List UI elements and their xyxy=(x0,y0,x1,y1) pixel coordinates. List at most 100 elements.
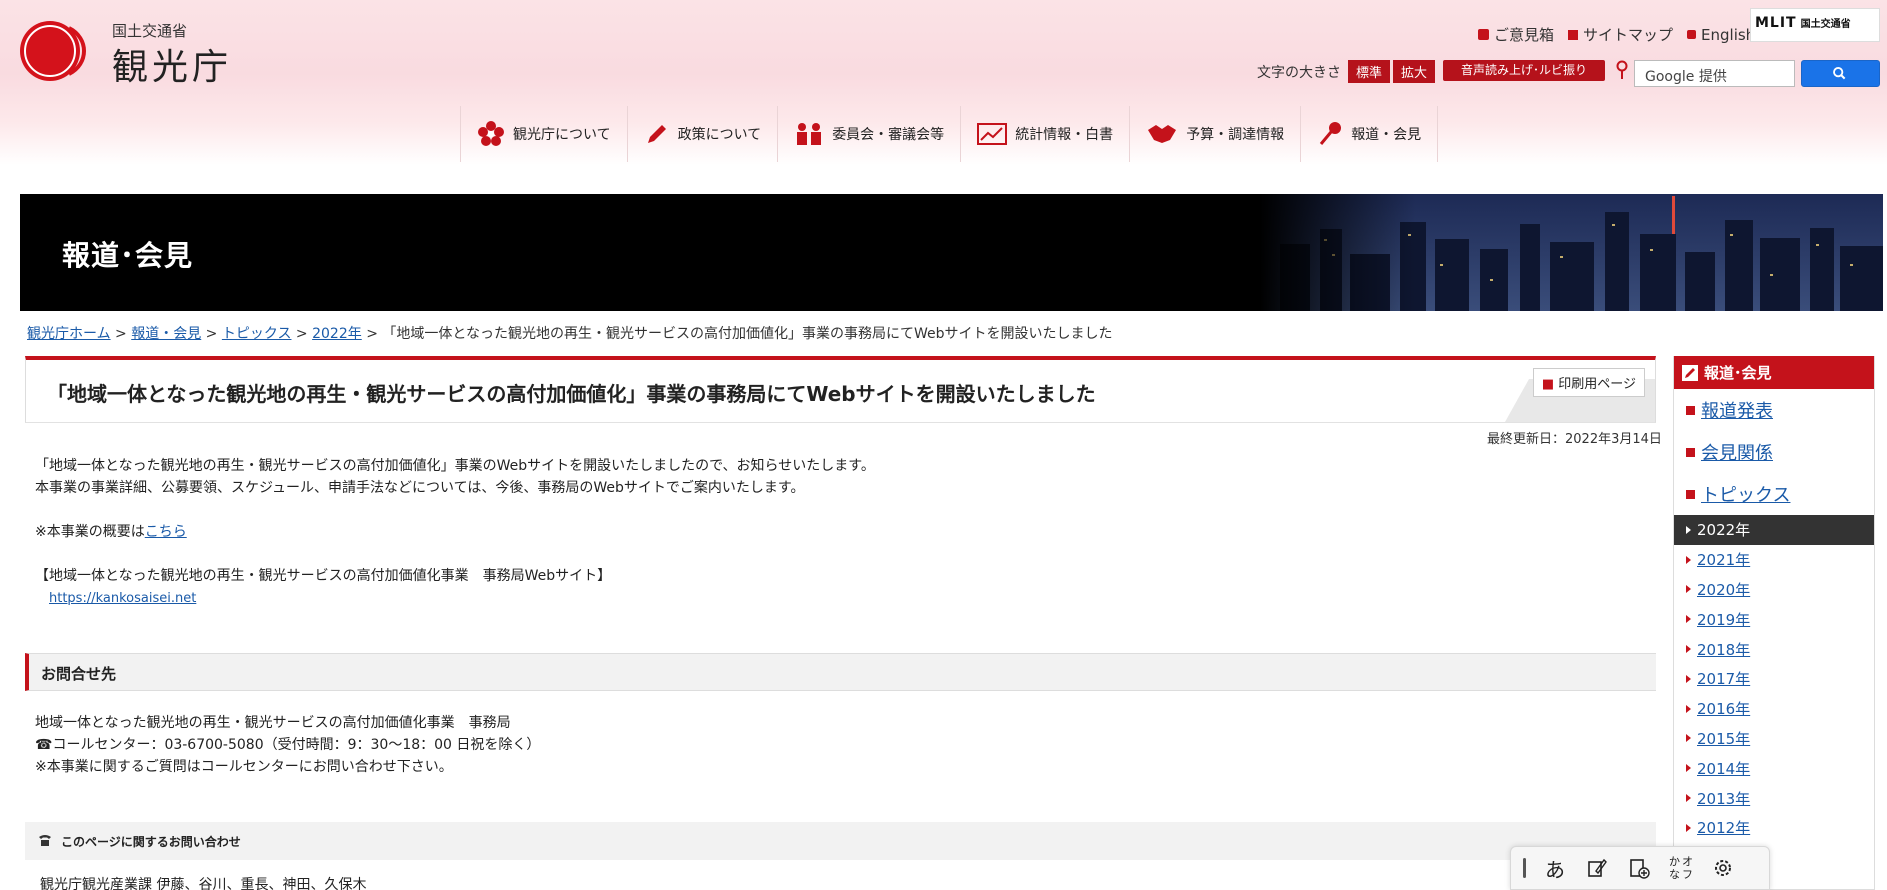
site-heading: 【地域一体となった観光地の再生・観光サービスの高付加価値化事業 事務局Webサイ… xyxy=(35,568,612,584)
triangle-bullet-icon xyxy=(1686,615,1691,624)
overview-note: ※本事業の概要はこちら xyxy=(35,524,187,540)
nav-statistics[interactable]: 統計情報・白書 xyxy=(960,106,1129,162)
ime-kana-toggle[interactable]: かな オフ xyxy=(1668,853,1694,883)
agency-logo-icon[interactable] xyxy=(19,20,93,82)
sidebar-year-2021[interactable]: 2021年 xyxy=(1674,545,1874,575)
triangle-bullet-icon xyxy=(1686,764,1691,773)
search-icon xyxy=(1833,67,1846,80)
breadcrumb-home[interactable]: 観光庁ホーム xyxy=(27,326,111,342)
handshake-icon xyxy=(1148,125,1177,143)
util-link-opinion[interactable]: ご意見箱 xyxy=(1478,24,1554,45)
triangle-bullet-icon xyxy=(1686,674,1691,683)
sidebar: 報道･会見 報道発表 会見関係 トピックス 2022年 2021年 2020年 … xyxy=(1673,356,1875,890)
site-header: 国土交通省 観光庁 ご意見箱 サイトマップ English MLIT 国土交通省 … xyxy=(0,0,1887,104)
voice-reading-button[interactable]: 音声読み上げ･ルビ振り xyxy=(1443,60,1605,81)
triangle-bullet-icon xyxy=(1686,704,1691,713)
page: 国土交通省 観光庁 ご意見箱 サイトマップ English MLIT 国土交通省 … xyxy=(0,0,1887,890)
nav-policy[interactable]: 政策について xyxy=(626,106,778,162)
search-button[interactable] xyxy=(1801,60,1880,87)
triangle-bullet-icon xyxy=(1686,585,1691,594)
sidebar-heading[interactable]: 報道･会見 xyxy=(1674,356,1874,389)
hero-title: 報道･会見 xyxy=(62,239,194,272)
sidebar-year-2022[interactable]: 2022年 xyxy=(1674,515,1874,545)
contact-line: ※本事業に関するご質問はコールセンターにお問い合わせ下さい。 xyxy=(35,759,453,775)
contact-heading: お問合せ先 xyxy=(25,653,1656,691)
ime-pad-icon[interactable] xyxy=(1584,853,1610,883)
printer-icon: ■ xyxy=(1541,377,1555,392)
breadcrumb-year[interactable]: 2022年 xyxy=(312,326,362,342)
breadcrumb-press[interactable]: 報道・会見 xyxy=(131,326,201,342)
breadcrumb-current: 「地域一体となった観光地の再生・観光サービスの高付加価値化」事業の事務局にてWe… xyxy=(382,326,1113,342)
microphone-icon xyxy=(1320,122,1342,145)
sidebar-year-2012[interactable]: 2012年 xyxy=(1674,813,1874,843)
nav-committee[interactable]: 委員会・審議会等 xyxy=(777,106,960,162)
sidebar-year-2016[interactable]: 2016年 xyxy=(1674,694,1874,724)
utility-links: ご意見箱 サイトマップ English xyxy=(1478,24,1755,45)
nav-budget[interactable]: 予算・調達情報 xyxy=(1129,106,1300,162)
chart-icon xyxy=(977,123,1008,145)
inquiry-text: 観光庁観光産業課 伊藤、谷川、重長、神田、久保木 xyxy=(40,877,367,890)
font-large-button[interactable]: 拡大 xyxy=(1393,60,1436,83)
last-updated: 最終更新日：2022年3月14日 xyxy=(1487,432,1662,447)
flower-icon xyxy=(478,121,504,146)
square-bullet-icon xyxy=(1686,405,1695,415)
mlit-logo[interactable]: MLIT 国土交通省 xyxy=(1750,8,1880,42)
nav-press[interactable]: 報道・会見 xyxy=(1300,106,1439,162)
print-page-button[interactable]: ■ 印刷用ページ xyxy=(1532,368,1645,397)
square-bullet-icon xyxy=(1686,489,1695,499)
overview-link[interactable]: こちら xyxy=(145,524,187,540)
triangle-bullet-icon xyxy=(1686,734,1691,743)
site-url-link[interactable]: https://kankosaisei.net xyxy=(49,591,196,606)
sidebar-item-topics[interactable]: トピックス xyxy=(1674,473,1874,515)
util-link-english[interactable]: English xyxy=(1687,26,1755,44)
font-size-label: 文字の大きさ xyxy=(1257,64,1341,81)
triangle-bullet-icon xyxy=(1686,525,1691,534)
pencil-icon xyxy=(1682,364,1698,381)
map-pin-icon xyxy=(1616,60,1628,79)
triangle-bullet-icon xyxy=(1686,823,1691,832)
contact-line: ☎コールセンター：03-6700-5080（受付時間：9：30～18：00 日祝… xyxy=(35,737,541,753)
sidebar-year-2014[interactable]: 2014年 xyxy=(1674,753,1874,783)
paragraph: 「地域一体となった観光地の再生・観光サービスの高付加価値化」事業のWebサイトを… xyxy=(35,458,875,474)
ime-dictionary-icon[interactable] xyxy=(1626,853,1652,883)
phone-icon xyxy=(39,835,51,846)
sidebar-year-2017[interactable]: 2017年 xyxy=(1674,664,1874,694)
sidebar-year-2018[interactable]: 2018年 xyxy=(1674,634,1874,664)
agency-name[interactable]: 観光庁 xyxy=(112,38,232,90)
font-standard-button[interactable]: 標準 xyxy=(1348,60,1391,83)
square-bullet-icon xyxy=(1686,447,1695,457)
nav-about[interactable]: 観光庁について xyxy=(460,106,627,162)
triangle-bullet-icon xyxy=(1686,645,1691,654)
font-size-control: 文字の大きさ 標準 拡大 xyxy=(1257,60,1436,83)
paragraph: 本事業の事業詳細、公募要領、スケジュール、申請手法などについては、今後、事務局の… xyxy=(35,480,805,496)
gear-icon[interactable] xyxy=(1710,853,1736,883)
global-nav: 観光庁について 政策について 委員会・審議会等 統計情報・白書 予算・調達情報 … xyxy=(460,106,1439,162)
inquiry-heading: このページに関するお問い合わせ xyxy=(25,822,1656,860)
util-link-sitemap[interactable]: サイトマップ xyxy=(1568,24,1673,45)
hero-banner: 報道･会見 xyxy=(20,194,1883,311)
drag-handle[interactable] xyxy=(1523,858,1526,878)
sidebar-year-2013[interactable]: 2013年 xyxy=(1674,783,1874,813)
sidebar-item-press-release[interactable]: 報道発表 xyxy=(1674,389,1874,431)
people-icon xyxy=(797,123,822,145)
triangle-bullet-icon xyxy=(1686,555,1691,564)
triangle-bullet-icon xyxy=(1686,794,1691,803)
page-title: 「地域一体となった観光地の再生・観光サービスの高付加価値化」事業の事務局にてWe… xyxy=(47,382,1096,406)
article-body: 「地域一体となった観光地の再生・観光サービスの高付加価値化」事業のWebサイトを… xyxy=(35,455,875,610)
sidebar-year-2020[interactable]: 2020年 xyxy=(1674,575,1874,605)
contact-line: 地域一体となった観光地の再生・観光サービスの高付加価値化事業 事務局 xyxy=(35,715,511,731)
sitemap-icon xyxy=(1568,29,1579,40)
breadcrumb-topics[interactable]: トピックス xyxy=(222,326,292,342)
sidebar-item-conference[interactable]: 会見関係 xyxy=(1674,431,1874,473)
pencil-icon xyxy=(647,125,666,143)
sidebar-year-2015[interactable]: 2015年 xyxy=(1674,724,1874,754)
breadcrumb: 観光庁ホーム > 報道・会見 > トピックス > 2022年 > 「地域一体とな… xyxy=(27,326,1113,342)
contact-body: 地域一体となった観光地の再生・観光サービスの高付加価値化事業 事務局 ☎コールセ… xyxy=(35,712,540,778)
city-skyline-image xyxy=(1260,194,1883,311)
search-input[interactable]: Google 提供 xyxy=(1634,60,1795,87)
ime-toolbar: あ かな オフ xyxy=(1510,846,1770,890)
square-bullet-icon xyxy=(1687,30,1697,39)
ime-mode-button[interactable]: あ xyxy=(1542,853,1568,883)
article-title-box: 「地域一体となった観光地の再生・観光サービスの高付加価値化」事業の事務局にてWe… xyxy=(25,356,1656,423)
sidebar-year-2019[interactable]: 2019年 xyxy=(1674,604,1874,634)
